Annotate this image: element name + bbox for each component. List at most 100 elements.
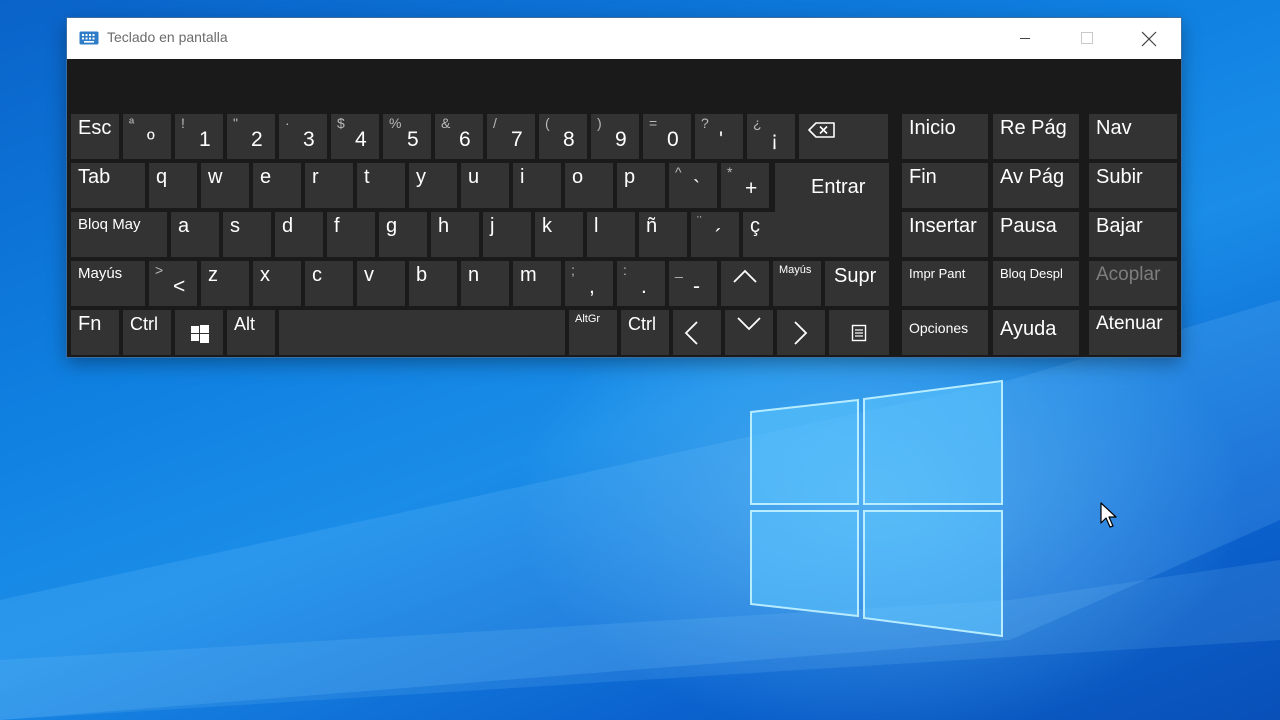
key-y[interactable]: y bbox=[409, 163, 457, 208]
key-move-down[interactable]: Bajar bbox=[1089, 212, 1177, 257]
key-pause[interactable]: Pausa bbox=[993, 212, 1079, 257]
key-end[interactable]: Fin bbox=[902, 163, 988, 208]
key-label: e bbox=[260, 166, 272, 188]
key-4[interactable]: $4 bbox=[331, 114, 379, 159]
key-help[interactable]: Ayuda bbox=[993, 310, 1079, 355]
key-u[interactable]: u bbox=[461, 163, 509, 208]
key-comma[interactable]: ;, bbox=[565, 261, 613, 306]
windows-icon bbox=[191, 325, 209, 343]
key-inverted-exclamation[interactable]: ¿ ¡ bbox=[747, 114, 795, 159]
key-6[interactable]: & 6 bbox=[435, 114, 483, 159]
key-f[interactable]: f bbox=[327, 212, 375, 257]
key-c-cedilla[interactable]: ç bbox=[743, 212, 791, 257]
key-dock[interactable]: Acoplar bbox=[1089, 261, 1177, 306]
key-s[interactable]: s bbox=[223, 212, 271, 257]
window-title: Teclado en pantalla bbox=[107, 29, 228, 45]
key-minus[interactable]: _ - bbox=[669, 261, 717, 306]
key-arrow-up[interactable] bbox=[721, 261, 769, 306]
key-context-menu[interactable] bbox=[829, 310, 889, 355]
key-5[interactable]: % 5 bbox=[383, 114, 431, 159]
key-enter[interactable]: Entrar bbox=[775, 163, 889, 257]
key-page-up[interactable]: Re Pág bbox=[993, 114, 1079, 159]
key-plus[interactable]: * + bbox=[721, 163, 769, 208]
key-arrow-right[interactable] bbox=[777, 310, 825, 355]
key-n[interactable]: n bbox=[461, 261, 509, 306]
key-shift-left[interactable]: Mayús bbox=[71, 261, 145, 306]
key-p[interactable]: p bbox=[617, 163, 665, 208]
key-c[interactable]: c bbox=[305, 261, 353, 306]
key-l[interactable]: l bbox=[587, 212, 635, 257]
key-7[interactable]: /7 bbox=[487, 114, 535, 159]
key-r[interactable]: r bbox=[305, 163, 353, 208]
key-k[interactable]: k bbox=[535, 212, 583, 257]
key-esc[interactable]: Esc bbox=[71, 114, 119, 159]
key-caps-lock[interactable]: Bloq May bbox=[71, 212, 167, 257]
key-label: s bbox=[230, 215, 240, 237]
key-e[interactable]: e bbox=[253, 163, 301, 208]
key-insert[interactable]: Insertar bbox=[902, 212, 988, 257]
key-delete[interactable]: Supr bbox=[825, 261, 889, 306]
key-o[interactable]: o bbox=[565, 163, 613, 208]
key-nav[interactable]: Nav bbox=[1089, 114, 1177, 159]
maximize-button[interactable] bbox=[1057, 18, 1117, 59]
key-secondary: " bbox=[233, 115, 238, 131]
key-backspace[interactable] bbox=[799, 114, 888, 159]
key-primary: 7 bbox=[511, 128, 523, 151]
title-bar[interactable]: Teclado en pantalla bbox=[67, 18, 1181, 59]
key-acute[interactable]: ¨ ´ bbox=[691, 212, 739, 257]
key-v[interactable]: v bbox=[357, 261, 405, 306]
key-fade[interactable]: Atenuar bbox=[1089, 310, 1177, 355]
key-n-tilde[interactable]: ñ bbox=[639, 212, 687, 257]
key-2[interactable]: " 2 bbox=[227, 114, 275, 159]
key-label: v bbox=[364, 264, 374, 286]
key-print-screen[interactable]: Impr Pant bbox=[902, 261, 988, 306]
key-m[interactable]: m bbox=[513, 261, 561, 306]
key-tab[interactable]: Tab bbox=[71, 163, 145, 208]
key-grave[interactable]: ^ ` bbox=[669, 163, 717, 208]
key-space[interactable] bbox=[279, 310, 565, 355]
key-z[interactable]: z bbox=[201, 261, 249, 306]
key-windows[interactable] bbox=[175, 310, 223, 355]
key-label: Inicio bbox=[909, 117, 956, 139]
key-less-than[interactable]: > < bbox=[149, 261, 197, 306]
key-page-down[interactable]: Av Pág bbox=[993, 163, 1079, 208]
key-alt[interactable]: Alt bbox=[227, 310, 275, 355]
key-a[interactable]: a bbox=[171, 212, 219, 257]
key-i[interactable]: i bbox=[513, 163, 561, 208]
key-ctrl-right[interactable]: Ctrl bbox=[621, 310, 669, 355]
key-apostrophe[interactable]: ? ' bbox=[695, 114, 743, 159]
key-9[interactable]: ) 9 bbox=[591, 114, 639, 159]
key-0[interactable]: = 0 bbox=[643, 114, 691, 159]
close-button[interactable] bbox=[1119, 18, 1179, 59]
key-ordinal[interactable]: ªº bbox=[123, 114, 171, 159]
key-arrow-down[interactable] bbox=[725, 310, 773, 355]
key-fn[interactable]: Fn bbox=[71, 310, 119, 355]
key-g[interactable]: g bbox=[379, 212, 427, 257]
key-move-up[interactable]: Subir bbox=[1089, 163, 1177, 208]
key-w[interactable]: w bbox=[201, 163, 249, 208]
key-3[interactable]: · 3 bbox=[279, 114, 327, 159]
key-shift-right[interactable]: Mayús bbox=[773, 261, 821, 306]
key-b[interactable]: b bbox=[409, 261, 457, 306]
key-d[interactable]: d bbox=[275, 212, 323, 257]
key-options[interactable]: Opciones bbox=[902, 310, 988, 355]
key-8[interactable]: (8 bbox=[539, 114, 587, 159]
key-arrow-left[interactable] bbox=[673, 310, 721, 355]
key-x[interactable]: x bbox=[253, 261, 301, 306]
key-h[interactable]: h bbox=[431, 212, 479, 257]
key-primary: + bbox=[745, 177, 758, 200]
key-ctrl-left[interactable]: Ctrl bbox=[123, 310, 171, 355]
key-secondary: / bbox=[493, 115, 497, 131]
key-label: x bbox=[260, 264, 270, 286]
key-q[interactable]: q bbox=[149, 163, 197, 208]
key-home[interactable]: Inicio bbox=[902, 114, 988, 159]
key-t[interactable]: t bbox=[357, 163, 405, 208]
minimize-button[interactable] bbox=[995, 18, 1055, 59]
key-period[interactable]: :. bbox=[617, 261, 665, 306]
key-label: d bbox=[282, 215, 294, 237]
key-1[interactable]: ! 1 bbox=[175, 114, 223, 159]
key-primary: 8 bbox=[563, 128, 575, 151]
key-altgr[interactable]: AltGr bbox=[569, 310, 617, 355]
key-scroll-lock[interactable]: Bloq Despl bbox=[993, 261, 1079, 306]
key-j[interactable]: j bbox=[483, 212, 531, 257]
